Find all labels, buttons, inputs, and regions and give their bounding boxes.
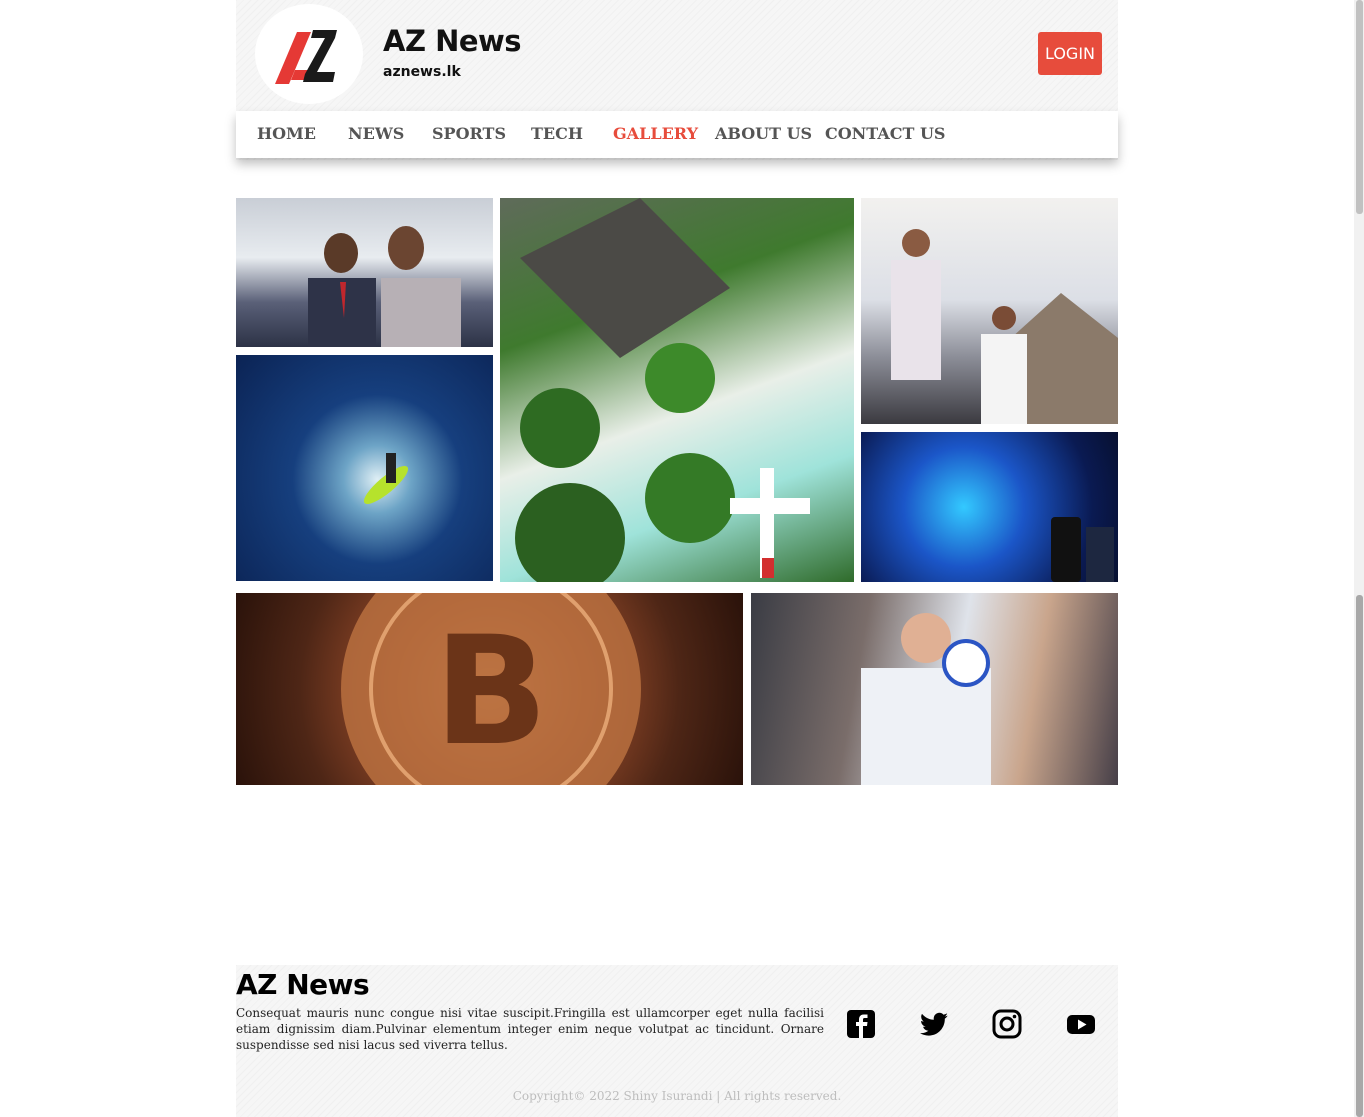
scrollbar-thumb[interactable] bbox=[1356, 0, 1363, 214]
nav-about-us[interactable]: ABOUT US bbox=[715, 124, 812, 143]
youtube-icon[interactable] bbox=[1066, 1009, 1096, 1039]
nav-gallery[interactable]: GALLERY bbox=[613, 124, 698, 143]
instagram-icon[interactable] bbox=[992, 1009, 1022, 1039]
svg-text:B: B bbox=[434, 605, 548, 779]
beach-resort-photo[interactable] bbox=[500, 198, 854, 582]
nav-news[interactable]: NEWS bbox=[348, 124, 404, 143]
footer-description: Consequat mauris nunc congue nisi vitae … bbox=[236, 1006, 824, 1052]
business-people-photo[interactable] bbox=[236, 198, 493, 347]
monitor-photo[interactable] bbox=[861, 432, 1118, 582]
footer-title: AZ News bbox=[236, 968, 370, 1001]
concert-photo[interactable] bbox=[861, 198, 1118, 424]
site-url: aznews.lk bbox=[383, 64, 461, 80]
football-player-photo[interactable] bbox=[751, 593, 1118, 785]
nav-tech[interactable]: TECH bbox=[531, 124, 583, 143]
site-title: AZ News bbox=[383, 24, 522, 58]
copyright-text: Copyright© 2022 Shiny Isurandi | All rig… bbox=[512, 1089, 842, 1103]
twitter-icon[interactable] bbox=[919, 1009, 949, 1039]
site-footer: AZ News Consequat mauris nunc congue nis… bbox=[236, 965, 1118, 1117]
nav-home[interactable]: HOME bbox=[257, 124, 316, 143]
az-logo-icon[interactable] bbox=[255, 4, 363, 104]
nav-contact-us[interactable]: CONTACT US bbox=[825, 124, 945, 143]
facebook-icon[interactable] bbox=[846, 1009, 876, 1039]
main-nav: HOME NEWS SPORTS TECH GALLERY ABOUT US C… bbox=[236, 111, 1118, 158]
bitcoin-photo[interactable]: B bbox=[236, 593, 743, 785]
login-button[interactable]: LOGIN bbox=[1038, 32, 1102, 75]
scrollbar-thumb-lower[interactable] bbox=[1356, 595, 1363, 1117]
surfer-photo[interactable] bbox=[236, 355, 493, 581]
nav-sports[interactable]: SPORTS bbox=[432, 124, 506, 143]
